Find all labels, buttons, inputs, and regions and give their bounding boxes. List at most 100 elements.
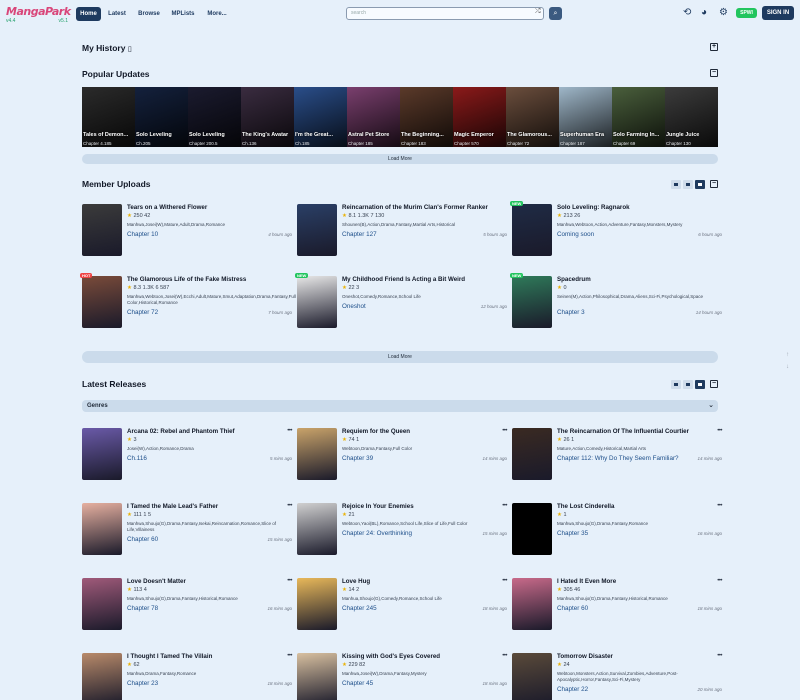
chapter-link[interactable]: Chapter 60 <box>557 605 588 612</box>
more-options-icon[interactable]: ••• <box>717 653 722 659</box>
view-list-button[interactable] <box>671 180 681 189</box>
more-options-icon[interactable]: ••• <box>717 578 722 584</box>
manga-title[interactable]: Spacedrum <box>557 276 591 283</box>
chapter-link[interactable]: Chapter 35 <box>557 530 588 537</box>
popular-item[interactable]: The Beginning... Chapter 183 <box>400 87 453 147</box>
manga-title[interactable]: The Glamorous Life of the Fake Mistress <box>127 276 246 283</box>
release-card[interactable]: Requiem for the Queen ••• ★ 74 1 Webtoon,Dr… <box>297 428 507 490</box>
chapter-link[interactable]: Chapter 72 <box>127 309 158 316</box>
chapter-link[interactable]: Chapter 10 <box>127 231 158 238</box>
sign-in-button[interactable]: SIGN IN <box>762 6 794 20</box>
release-card[interactable]: Love Doesn't Matter ••• ★ 113 4 Manhwa,Shou… <box>82 578 292 640</box>
popular-load-more-button[interactable]: Load More <box>82 154 718 164</box>
cover-image[interactable] <box>512 578 552 630</box>
search-icon[interactable]: ⌕ <box>549 7 562 20</box>
cover-image[interactable] <box>297 578 337 630</box>
cover-image[interactable] <box>512 204 552 256</box>
manga-title[interactable]: Solo Leveling: Ragnarok <box>557 204 630 211</box>
view-card-button[interactable] <box>695 180 705 189</box>
more-options-icon[interactable]: ••• <box>502 578 507 584</box>
cover-image[interactable] <box>297 653 337 700</box>
manga-title[interactable]: Love Hug <box>342 578 370 585</box>
chapter-link[interactable]: Chapter 3 <box>557 309 585 316</box>
more-options-icon[interactable]: ••• <box>287 503 292 509</box>
chapter-link[interactable]: Chapter 45 <box>342 680 373 687</box>
genres-filter[interactable]: Genres ⌄ <box>82 400 718 412</box>
release-card[interactable]: I Thought I Tamed The Villain ••• ★ 62 Manh… <box>82 653 292 700</box>
more-options-icon[interactable]: ••• <box>502 503 507 509</box>
expand-history-icon[interactable]: + <box>710 43 718 51</box>
chapter-link[interactable]: Chapter 112: Why Do They Seem Familiar? <box>557 455 679 462</box>
nav-more[interactable]: More... <box>203 7 231 21</box>
release-card[interactable]: The Reincarnation Of The Influential Cou… <box>512 428 722 490</box>
chapter-link[interactable]: Chapter 23 <box>127 680 158 687</box>
manga-title[interactable]: The Lost Cinderella <box>557 503 614 510</box>
upload-card[interactable]: NEW My Childhood Friend Is Acting a Bit W… <box>295 273 507 338</box>
chapter-link[interactable]: Chapter 78 <box>127 605 158 612</box>
gear-icon[interactable]: ⚙ <box>719 8 728 18</box>
cover-image[interactable] <box>297 428 337 480</box>
release-card[interactable]: Arcana 02: Rebel and Phantom Thief ••• ★ 3… <box>82 428 292 490</box>
view-grid-button[interactable] <box>683 180 693 189</box>
cover-image[interactable] <box>82 578 122 630</box>
latest-view-list-button[interactable] <box>671 380 681 389</box>
latest-view-card-button[interactable] <box>695 380 705 389</box>
manga-title[interactable]: I Tamed the Male Lead's Father <box>127 503 218 510</box>
upload-card[interactable]: Reincarnation of the Murim Clan's Former… <box>297 204 507 266</box>
popular-item[interactable]: Magic Emperor Chapter 570 <box>453 87 506 147</box>
popular-item[interactable]: I'm the Great... Ch.185 <box>294 87 347 147</box>
cover-image[interactable] <box>82 503 122 555</box>
collapse-latest-icon[interactable]: − <box>710 380 718 388</box>
more-options-icon[interactable]: ••• <box>287 578 292 584</box>
upload-card[interactable]: HOT The Glamorous Life of the Fake Mistre… <box>80 273 296 338</box>
manga-title[interactable]: Tears on a Withered Flower <box>127 204 207 211</box>
nav-home[interactable]: Home <box>76 7 101 21</box>
chapter-link[interactable]: Chapter 127 <box>342 231 377 238</box>
release-card[interactable]: Tomorrow Disaster ••• ★ 24 Webtoon,Monsters… <box>512 653 722 700</box>
cover-image[interactable] <box>297 503 337 555</box>
cover-image[interactable] <box>297 204 337 256</box>
upload-card[interactable]: NEWSolo Leveling: Ragnarok•••★ 213 26Man… <box>510 201 722 266</box>
popular-item[interactable]: Solo Leveling Ch.205 <box>135 87 188 147</box>
nav-mplists[interactable]: MPLists <box>168 7 198 21</box>
cover-image[interactable] <box>82 276 122 328</box>
search-input[interactable]: search <box>346 7 544 20</box>
chapter-link[interactable]: Coming soon <box>557 231 594 238</box>
cover-image[interactable] <box>297 276 337 328</box>
popular-item[interactable]: Astral Pet Store Chapter 185 <box>347 87 400 147</box>
chapter-link[interactable]: Ch.116 <box>127 455 147 462</box>
collapse-popular-icon[interactable]: − <box>710 69 718 77</box>
more-options-icon[interactable]: ••• <box>287 653 292 659</box>
nav-browse[interactable]: Browse <box>134 7 164 21</box>
manga-title[interactable]: Love Doesn't Matter <box>127 578 186 585</box>
spwi-badge[interactable]: SPWI <box>736 8 757 18</box>
history-icon[interactable]: ⟲ <box>683 8 691 18</box>
release-card[interactable]: Kissing with God's Eyes Covered ••• ★ 229 … <box>297 653 507 700</box>
palette-icon[interactable]: ◕ <box>701 8 707 18</box>
chapter-link[interactable]: Chapter 245 <box>342 605 377 612</box>
popular-item[interactable]: The King's Avatar Ch.136 <box>241 87 294 147</box>
manga-title[interactable]: Requiem for the Queen <box>342 428 410 435</box>
scroll-down-icon[interactable]: ↓ <box>786 364 789 370</box>
release-card[interactable]: Love Hug ••• ★ 14 2 Manhua,Shoujo(G),Comedy… <box>297 578 507 640</box>
chapter-link[interactable]: Oneshot <box>342 303 366 310</box>
manga-title[interactable]: Arcana 02: Rebel and Phantom Thief <box>127 428 235 435</box>
chapter-link[interactable]: Chapter 60 <box>127 536 158 543</box>
popular-item[interactable]: Tales of Demon... Chapter 4.185 <box>82 87 135 147</box>
uploads-load-more-button[interactable]: Load More <box>82 351 718 363</box>
manga-title[interactable]: Reincarnation of the Murim Clan's Former… <box>342 204 488 211</box>
popular-item[interactable]: The Glamorous... Chapter 72 <box>506 87 559 147</box>
nav-latest[interactable]: Latest <box>104 7 130 21</box>
popular-item[interactable]: Superhuman Era Chapter 187 <box>559 87 612 147</box>
chapter-link[interactable]: Chapter 24: Overthinking <box>342 530 412 537</box>
manga-title[interactable]: Rejoice In Your Enemies <box>342 503 414 510</box>
upload-card[interactable]: NEWSpacedrum•••★ 0Seinen(M),Action,Philo… <box>510 273 722 338</box>
manga-title[interactable]: The Reincarnation Of The Influential Cou… <box>557 428 689 435</box>
manga-title[interactable]: I Hated It Even More <box>557 578 616 585</box>
more-options-icon[interactable]: ••• <box>717 503 722 509</box>
cover-image[interactable] <box>82 653 122 700</box>
manga-title[interactable]: Kissing with God's Eyes Covered <box>342 653 440 660</box>
popular-item[interactable]: Jungle Juice Chapter 130 <box>665 87 718 147</box>
collapse-uploads-icon[interactable]: − <box>710 180 718 188</box>
site-logo[interactable]: MangaPark v4.4 v5.1 <box>6 6 71 26</box>
